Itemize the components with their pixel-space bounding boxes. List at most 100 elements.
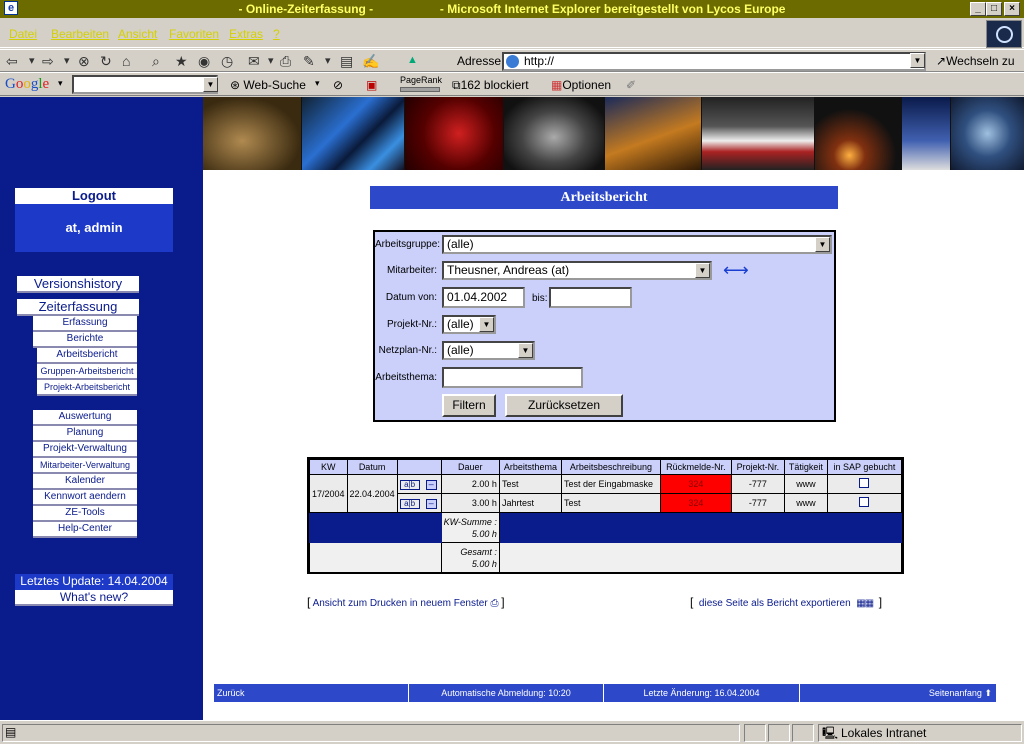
stop-icon[interactable]: ⊗ bbox=[78, 53, 90, 69]
nav-zeiterfassung[interactable]: Zeiterfassung bbox=[17, 299, 139, 316]
discuss-icon[interactable]: ▤ bbox=[340, 53, 353, 69]
print-view-link[interactable]: [ Ansicht zum Drucken in neuem Fenster ⎙… bbox=[307, 595, 505, 609]
back-dropdown-icon[interactable]: ▾ bbox=[29, 53, 35, 69]
arbeitsthema-input[interactable] bbox=[442, 367, 583, 388]
nav-mitarbeiter-verwaltung[interactable]: Mitarbeiter-Verwaltung bbox=[33, 458, 137, 474]
cell-sap-gebucht bbox=[826, 493, 903, 513]
nav-berichte[interactable]: Berichte bbox=[33, 332, 137, 348]
menu-datei[interactable]: Datei bbox=[9, 27, 37, 41]
printer-icon: ⎙ bbox=[490, 598, 499, 609]
menu-favoriten[interactable]: Favoriten bbox=[169, 27, 219, 41]
nav-kennwort-aendern[interactable]: Kennwort aendern bbox=[33, 490, 137, 506]
col-arbeitsbeschreibung[interactable]: Arbeitsbeschreibung bbox=[560, 459, 661, 475]
reset-button[interactable]: Zurücksetzen bbox=[505, 394, 623, 417]
mitarbeiter-select[interactable]: Theusner, Andreas (at) ▼ bbox=[442, 261, 712, 280]
col-rueckmelde-nr[interactable]: Rückmelde-Nr. bbox=[659, 459, 732, 475]
whats-new-link[interactable]: What's new? bbox=[15, 590, 173, 606]
google-search-dropdown-icon[interactable]: ▼ bbox=[203, 77, 218, 92]
close-button[interactable]: × bbox=[1004, 2, 1020, 16]
edit-entry-icon[interactable]: a|b bbox=[399, 498, 420, 509]
menu-bearbeiten[interactable]: Bearbeiten bbox=[51, 27, 109, 41]
projekt-nr-select[interactable]: (alle) ▼ bbox=[442, 315, 496, 334]
maximize-button[interactable]: □ bbox=[986, 2, 1002, 16]
nav-projekt-verwaltung[interactable]: Projekt-Verwaltung bbox=[33, 442, 137, 458]
datum-bis-input[interactable] bbox=[549, 287, 632, 308]
page-top-link[interactable]: Seitenanfang ⬆ bbox=[800, 684, 996, 702]
col-datum[interactable]: Datum bbox=[346, 459, 398, 475]
nav-kalender[interactable]: Kalender bbox=[33, 474, 137, 490]
menu-extras[interactable]: Extras bbox=[229, 27, 263, 41]
google-logo[interactable]: Google bbox=[5, 76, 49, 93]
nav-planung[interactable]: Planung bbox=[33, 426, 137, 442]
google-search-input[interactable] bbox=[72, 75, 218, 94]
col-arbeitsthema[interactable]: Arbeitsthema bbox=[498, 459, 562, 475]
refresh-icon[interactable]: ↻ bbox=[100, 53, 112, 69]
news-icon[interactable]: ▣ bbox=[366, 78, 377, 92]
options-button[interactable]: ▦Optionen bbox=[551, 78, 611, 92]
options-icon: ▦ bbox=[551, 78, 563, 92]
datum-von-input[interactable]: 01.04.2002 bbox=[442, 287, 525, 308]
mitarbeiter-dropdown-icon[interactable]: ▼ bbox=[695, 263, 710, 278]
arbeitsgruppe-value: (alle) bbox=[447, 237, 474, 251]
col-taetigkeit[interactable]: Tätigkeit bbox=[783, 459, 828, 475]
go-button[interactable]: ↗Wechseln zu bbox=[936, 54, 1015, 68]
back-icon[interactable]: ⇦ bbox=[6, 53, 18, 69]
netzplan-nr-dropdown-icon[interactable]: ▼ bbox=[518, 343, 533, 358]
home-icon[interactable]: ⌂ bbox=[122, 53, 130, 69]
bracket-close: ] bbox=[501, 595, 505, 609]
address-input[interactable]: http:// bbox=[502, 52, 926, 71]
nav-gruppen-arbeitsbericht[interactable]: Gruppen-Arbeitsbericht bbox=[37, 364, 137, 380]
nav-versionshistory[interactable]: Versionshistory bbox=[17, 276, 139, 293]
col-projekt-nr[interactable]: Projekt-Nr. bbox=[730, 459, 785, 475]
nav-auswertung[interactable]: Auswertung bbox=[33, 410, 137, 426]
mail-dropdown-icon[interactable]: ▾ bbox=[268, 53, 274, 69]
forward-dropdown-icon[interactable]: ▾ bbox=[64, 53, 70, 69]
back-link[interactable]: Zurück bbox=[214, 684, 409, 702]
popup-blocker-button[interactable]: ⧉162 blockiert bbox=[452, 78, 529, 93]
messenger-icon[interactable]: ✍ bbox=[362, 53, 379, 69]
sap-gebucht-checkbox[interactable] bbox=[859, 478, 870, 488]
nav-help-center[interactable]: Help-Center bbox=[33, 522, 137, 538]
google-menu-dropdown-icon[interactable]: ▾ bbox=[58, 78, 63, 89]
mail-icon[interactable]: ✉ bbox=[248, 53, 260, 69]
address-dropdown-icon[interactable]: ▼ bbox=[910, 53, 925, 68]
sap-gebucht-checkbox[interactable] bbox=[859, 497, 870, 507]
col-in-sap-gebucht[interactable]: in SAP gebucht bbox=[826, 459, 903, 475]
col-dauer[interactable]: Dauer bbox=[440, 459, 500, 475]
history-icon[interactable]: ◷ bbox=[221, 53, 233, 69]
projekt-nr-dropdown-icon[interactable]: ▼ bbox=[479, 317, 494, 332]
arbeitsgruppe-select[interactable]: (alle) ▼ bbox=[442, 235, 832, 254]
print-icon[interactable]: ⎙ bbox=[280, 53, 291, 69]
total-spacer bbox=[498, 542, 903, 573]
swap-arrows-icon[interactable]: ⟷ bbox=[723, 260, 749, 280]
edit-entry-icon[interactable]: a|b bbox=[399, 479, 420, 490]
netzplan-nr-select[interactable]: (alle) ▼ bbox=[442, 341, 535, 360]
filter-button[interactable]: Filtern bbox=[442, 394, 496, 417]
cell-arbeitsthema: Jahrtest bbox=[498, 493, 562, 513]
nav-arbeitsbericht[interactable]: Arbeitsbericht bbox=[37, 348, 137, 364]
search-icon[interactable]: ⌕ bbox=[152, 53, 160, 69]
pen-icon[interactable]: ✐ bbox=[626, 78, 636, 92]
window-title-bar[interactable]: e - Online-Zeiterfassung - - Microsoft I… bbox=[0, 0, 1024, 18]
menu-help[interactable]: ? bbox=[273, 27, 280, 41]
edit-dropdown-icon[interactable]: ▾ bbox=[325, 53, 331, 69]
web-search-dropdown-icon[interactable]: ▾ bbox=[315, 78, 320, 89]
nav-ze-tools[interactable]: ZE-Tools bbox=[33, 506, 137, 522]
col-kw[interactable]: KW bbox=[309, 459, 348, 475]
nav-projekt-arbeitsbericht[interactable]: Projekt-Arbeitsbericht bbox=[37, 380, 137, 396]
cell-dauer: 3.00 h bbox=[440, 493, 500, 513]
favorites-icon[interactable]: ★ bbox=[175, 53, 188, 69]
web-search-button[interactable]: ⊛ Web-Suche bbox=[230, 78, 306, 92]
media-icon[interactable]: ◉ bbox=[198, 53, 210, 69]
menu-ansicht[interactable]: Ansicht bbox=[118, 27, 157, 41]
minimize-button[interactable]: _ bbox=[970, 2, 986, 16]
delete-entry-icon[interactable]: – bbox=[425, 479, 437, 490]
export-report-link[interactable]: [ diese Seite als Bericht exportieren ▦▦… bbox=[690, 595, 882, 609]
arbeitsgruppe-dropdown-icon[interactable]: ▼ bbox=[815, 237, 830, 252]
edit-icon[interactable]: ✎ bbox=[303, 53, 315, 69]
lycos-lite-icon[interactable]: ▲ bbox=[407, 52, 418, 68]
highlight-icon[interactable]: ⊘ bbox=[333, 78, 343, 92]
forward-icon[interactable]: ⇨ bbox=[42, 53, 54, 69]
delete-entry-icon[interactable]: – bbox=[425, 498, 437, 509]
nav-erfassung[interactable]: Erfassung bbox=[33, 316, 137, 332]
